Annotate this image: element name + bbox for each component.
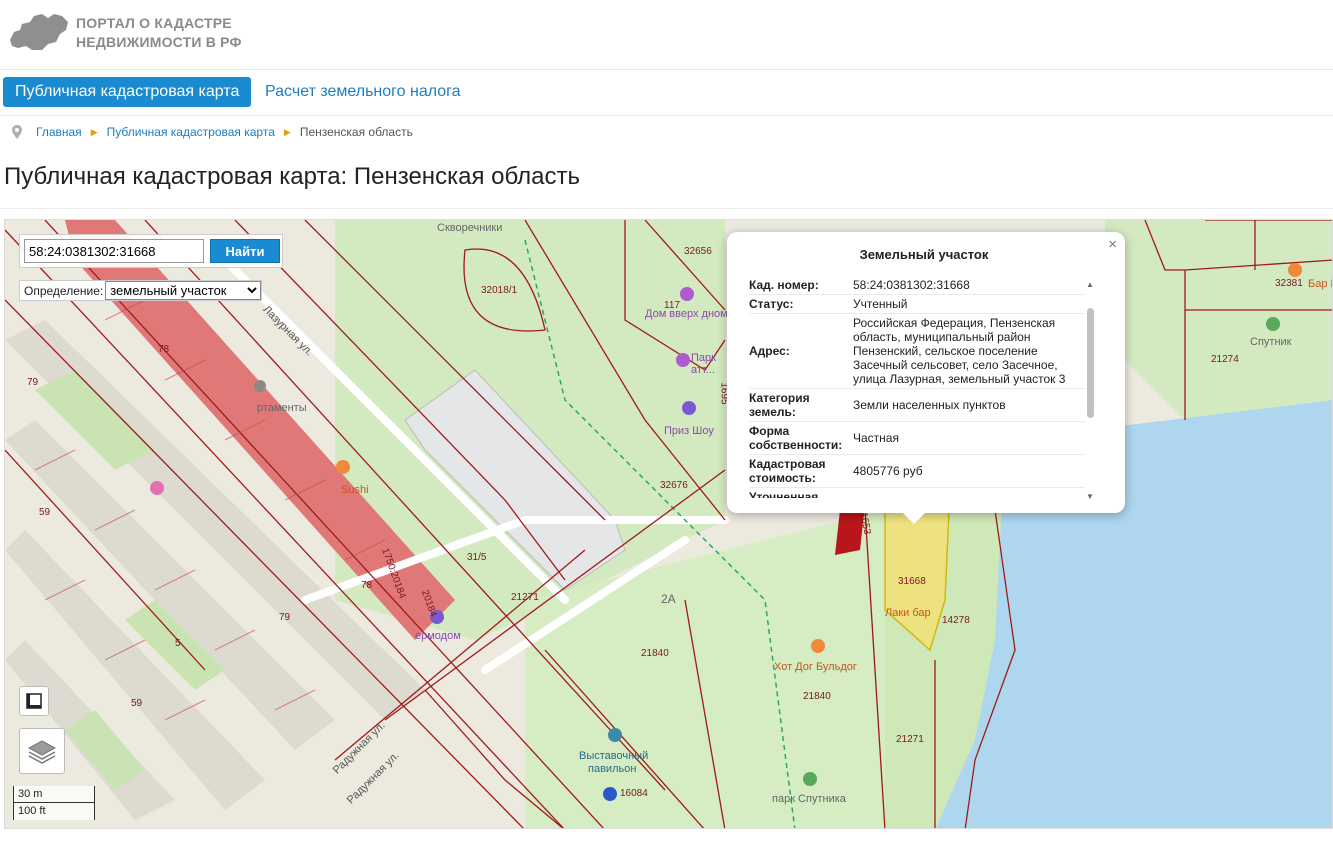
attr-key: Статус: — [749, 297, 794, 311]
attr-value — [853, 488, 1085, 498]
poi-label: Спутник — [1250, 336, 1292, 348]
parcel-label: 59 — [39, 507, 51, 518]
cadastral-search-panel: Найти — [19, 234, 283, 268]
selected-parcel-label: 31668 — [898, 576, 926, 587]
definition-select[interactable]: земельный участок — [105, 281, 262, 300]
attr-key: Кад. номер: — [749, 278, 819, 292]
poi-label: Бар Б — [1308, 278, 1332, 290]
divider — [0, 208, 1333, 209]
poi-label: Лаки бар — [885, 607, 931, 619]
map-label: 2А — [661, 592, 676, 606]
cadastral-number-input[interactable] — [24, 239, 204, 263]
logo-text: ПОРТАЛ О КАДАСТРЕ НЕДВИЖИМОСТИ В РФ — [76, 14, 242, 52]
parcel-label: 5 — [175, 638, 181, 649]
attr-row-address: Адрес: Российская Федерация, Пензенская … — [749, 314, 1085, 389]
popup-tail — [902, 512, 926, 524]
poi-label: парк Спутника — [772, 793, 846, 805]
attr-row-land-category: Категория земель: Земли населенных пункт… — [749, 389, 1085, 422]
poi-label: Парк — [691, 352, 716, 364]
attr-value: Земли населенных пунктов — [853, 398, 1006, 412]
attr-row-status: Статус: Учтенный — [749, 295, 1085, 314]
attr-value: 58:24:0381302:31668 — [853, 278, 970, 292]
poi-label: Дом вверх дном — [645, 308, 728, 320]
poi-label: павильон — [588, 763, 637, 775]
parcel-info-popup: × Земельный участок Кад. номер: 58:24:03… — [727, 232, 1125, 524]
chevron-right-icon: ▶ — [283, 126, 291, 137]
attr-key: Кадастровая стоимость: — [749, 457, 826, 485]
attr-row-cadastral-number: Кад. номер: 58:24:0381302:31668 — [749, 276, 1085, 295]
scroll-thumb[interactable] — [1087, 308, 1094, 418]
parcel-label: 32381 — [1275, 278, 1303, 289]
parcel-label: 59 — [131, 698, 143, 709]
parcel-label: 32656 — [684, 246, 712, 257]
parcel-label: 79 — [27, 377, 39, 388]
map-label: Скворечники — [437, 222, 503, 234]
site-header: ПОРТАЛ О КАДАСТРЕ НЕДВИЖИМОСТИ В РФ — [0, 0, 1333, 70]
attr-row-refined: Уточненная — [749, 488, 1085, 498]
scroll-down-icon[interactable]: ▼ — [1085, 492, 1095, 502]
parcel-label: 14278 — [942, 615, 970, 626]
poi-label: Выставочный — [579, 750, 649, 762]
parcel-label: 21271 — [511, 592, 539, 603]
attr-value: Частная — [853, 431, 899, 445]
logo-line-1: ПОРТАЛ О КАДАСТРЕ — [76, 15, 232, 31]
poi-label: ермодом — [415, 630, 461, 642]
site-logo[interactable]: ПОРТАЛ О КАДАСТРЕ НЕДВИЖИМОСТИ В РФ — [8, 10, 242, 56]
attr-row-ownership: Форма собственности: Частная — [749, 422, 1085, 455]
parcel-label: 31/5 — [467, 552, 487, 563]
attr-value: Российская Федерация, Пензенская область… — [853, 316, 1066, 386]
attr-value: Учтенный — [853, 297, 908, 311]
poi-label: ртаменты — [257, 402, 307, 414]
location-pin-icon — [12, 125, 22, 139]
fullscreen-icon — [26, 693, 42, 709]
parcel-label: 78 — [361, 580, 373, 591]
poi-label: Приз Шоу — [664, 425, 714, 437]
map-scale: 30 m 100 ft — [13, 786, 99, 822]
attr-value: 4805776 руб — [853, 464, 923, 478]
attr-row-cadastral-value: Кадастровая стоимость: 4805776 руб — [749, 455, 1085, 488]
parcel-attributes[interactable]: Кад. номер: 58:24:0381302:31668 Статус: … — [749, 276, 1085, 498]
parcel-label: 32676 — [660, 480, 688, 491]
russia-map-icon — [10, 14, 68, 50]
breadcrumb-current: Пензенская область — [299, 125, 413, 139]
find-button[interactable]: Найти — [210, 239, 280, 263]
page-title: Публичная кадастровая карта: Пензенская … — [4, 163, 580, 190]
logo-line-2: НЕДВИЖИМОСТИ В РФ — [76, 34, 242, 50]
cadastral-map[interactable]: Скворечники 32656 32018/1 117 Дом вверх … — [4, 219, 1333, 829]
attr-key: Категория земель: — [749, 391, 810, 419]
parcel-label: 21840 — [803, 691, 831, 702]
parcel-label: 21274 — [1211, 354, 1239, 365]
main-nav: Публичная кадастровая карта Расчет земел… — [0, 70, 1333, 116]
attr-key: Форма собственности: — [749, 424, 843, 452]
attr-key: Уточненная — [749, 490, 819, 498]
parcel-label: 79 — [279, 612, 291, 623]
definition-row: Определение: земельный участок — [19, 280, 263, 301]
poi-label: Хот Дог Бульдог — [774, 661, 857, 673]
popup-scrollbar[interactable]: ▲ ▼ — [1085, 280, 1095, 506]
nav-land-tax[interactable]: Расчет земельного налога — [253, 77, 473, 107]
poi-label: атт... — [691, 364, 715, 376]
scale-metric: 30 m — [13, 786, 95, 803]
parcel-label: 21271 — [896, 734, 924, 745]
breadcrumb-map[interactable]: Публичная кадастровая карта — [107, 125, 275, 139]
parcel-label: 21840 — [641, 648, 669, 659]
fullscreen-button[interactable] — [19, 686, 49, 716]
popup-title: Земельный участок — [859, 247, 989, 262]
breadcrumb: Главная ▶ Публичная кадастровая карта ▶ … — [12, 125, 413, 139]
breadcrumb-home[interactable]: Главная — [36, 125, 82, 139]
parcel-label: 16084 — [620, 788, 648, 799]
poi-label: Sushi — [341, 484, 369, 496]
scroll-up-icon[interactable]: ▲ — [1085, 280, 1095, 290]
attr-key: Адрес: — [749, 344, 790, 358]
chevron-right-icon: ▶ — [90, 126, 98, 137]
nav-cadastral-map[interactable]: Публичная кадастровая карта — [3, 77, 252, 107]
definition-label: Определение: — [24, 283, 104, 298]
layers-icon — [27, 740, 57, 764]
parcel-label: 78 — [158, 344, 170, 355]
layers-button[interactable] — [19, 728, 65, 774]
parcel-label: 32018/1 — [481, 285, 518, 296]
scale-imperial: 100 ft — [13, 803, 95, 820]
